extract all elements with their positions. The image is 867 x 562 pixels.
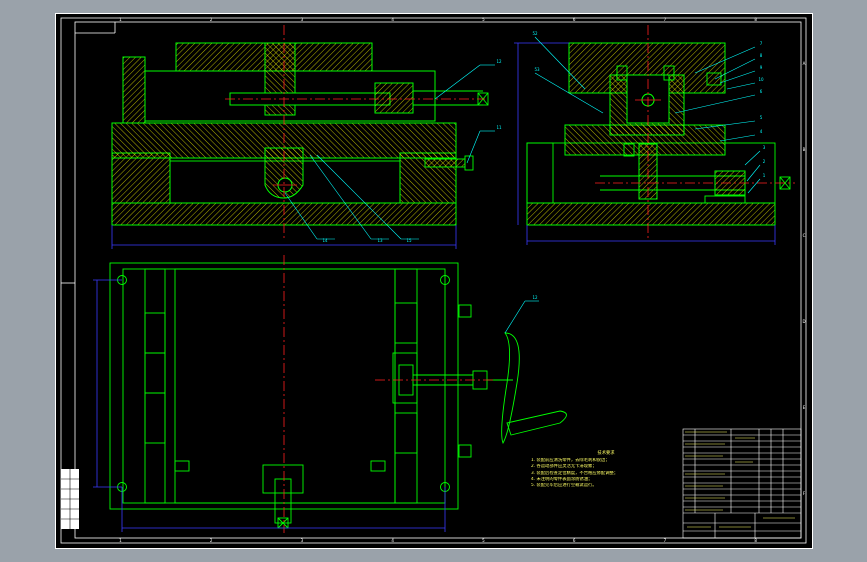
tech-note-line: 5. 装配完毕后应进行空载试运行。 — [531, 483, 597, 489]
frame-right-letter: E — [803, 405, 806, 410]
part-balloon-number: 7 — [760, 41, 763, 46]
frame-right-letter: D — [802, 319, 805, 324]
frame-bottom-number: 6 — [573, 538, 576, 543]
cad-viewport[interactable]: 12345678 12345678 ABCDEF 12 11 14 13 15 … — [55, 13, 813, 549]
frame-right-letter: C — [803, 233, 806, 238]
frame-bottom-number: 2 — [210, 538, 213, 543]
frame-bottom-number: 3 — [301, 538, 304, 543]
part-balloon-number: 5 — [760, 115, 763, 120]
part-balloon-number: 12 — [532, 295, 538, 300]
plan-view — [109, 262, 567, 529]
part-balloon-number: 15 — [406, 238, 412, 243]
frame-bottom-number: 1 — [119, 538, 122, 543]
frame-top-number: 8 — [754, 17, 757, 22]
part-balloon-number: 12 — [496, 59, 502, 64]
plan-centerlines — [283, 255, 495, 533]
part-balloon-number: 2 — [763, 159, 766, 164]
part-balloon-number: 4 — [760, 129, 763, 134]
frame-bottom-number: 7 — [664, 538, 667, 543]
left-margin-table — [61, 469, 79, 529]
frame-bottom-numbers: 1 2 3 4 5 6 7 8 — [119, 538, 757, 543]
frame-top-number: 4 — [391, 17, 394, 22]
frame-bottom-number: 8 — [754, 538, 757, 543]
part-balloon-number: 11 — [496, 125, 502, 130]
frame-right-letter: F — [803, 491, 806, 496]
part-balloon-number: 53 — [534, 67, 540, 72]
plan-dimensions — [93, 279, 446, 532]
drawing-canvas: 12345678 12345678 ABCDEF 121114 13 15 52… — [60, 17, 807, 544]
frame-top-number: 1 — [119, 17, 122, 22]
technical-requirements-title: 技术要求 — [597, 451, 615, 456]
frame-top-number: 5 — [482, 17, 485, 22]
part-balloon-number: 6 — [760, 89, 763, 94]
frame-right-letter: A — [803, 61, 806, 66]
frame-top-number: 2 — [210, 17, 213, 22]
frame-top-number: 7 — [664, 17, 667, 22]
front-section-view — [111, 42, 489, 226]
part-balloon-number: 14 — [322, 238, 328, 243]
plan-leaders — [504, 300, 539, 334]
plan-part-balloon: 12 — [532, 295, 538, 300]
frame-top-number: 3 — [301, 17, 304, 22]
part-balloon-number: 8 — [760, 53, 763, 58]
part-balloon-number: 9 — [760, 65, 763, 70]
part-balloon-number: 13 — [377, 238, 383, 243]
side-section-view — [526, 42, 791, 226]
part-balloon-number: 1 — [763, 173, 766, 178]
frame-bottom-number: 4 — [391, 538, 394, 543]
frame-bottom-number: 5 — [482, 538, 485, 543]
technical-requirements: 技术要求 1. 装配前应清洗零件，去除毛刺和锐边； 2. 各运动部件应灵活无卡滞… — [531, 451, 681, 489]
part-balloon-number: 10 — [758, 77, 764, 82]
frame-right-letters: A B C D E F — [802, 61, 805, 496]
part-balloon-number: 52 — [532, 31, 538, 36]
part-balloon-number: 3 — [763, 145, 766, 150]
frame-right-letter: B — [803, 147, 806, 152]
frame-top-number: 6 — [573, 17, 576, 22]
title-block — [682, 428, 802, 539]
